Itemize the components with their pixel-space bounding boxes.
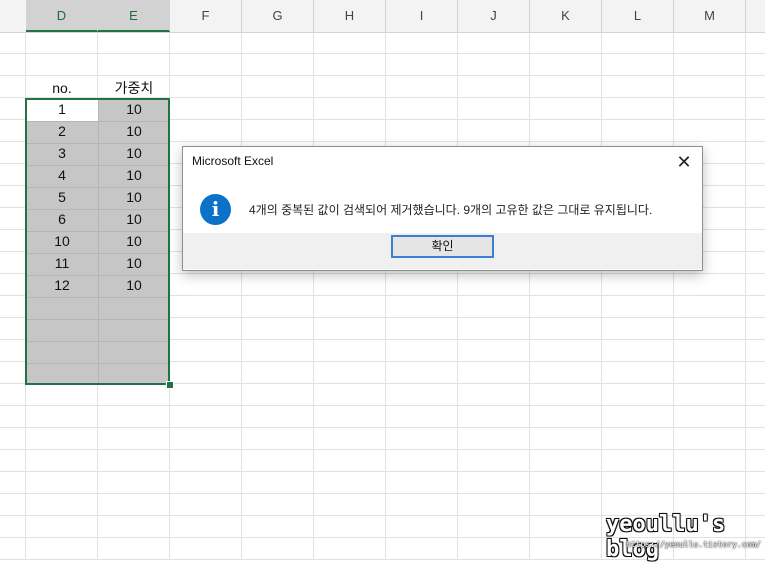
- row-header-stub: [0, 0, 27, 32]
- cell-D-row4[interactable]: 4: [26, 164, 98, 186]
- cell-D-row6[interactable]: 6: [26, 208, 98, 230]
- column-header-J[interactable]: J: [458, 0, 530, 32]
- column-header-E[interactable]: E: [98, 0, 170, 32]
- column-header-H[interactable]: H: [314, 0, 386, 32]
- column-header-K[interactable]: K: [530, 0, 602, 32]
- cell-E-row7[interactable]: 10: [98, 230, 170, 252]
- dialog-title-bar[interactable]: Microsoft Excel ✕: [183, 147, 702, 177]
- cell-E-row3[interactable]: 10: [98, 142, 170, 164]
- dialog-title: Microsoft Excel: [192, 154, 274, 168]
- header-cell-weight[interactable]: 가중치: [98, 77, 170, 99]
- cell-E-row2[interactable]: 10: [98, 120, 170, 142]
- cell-E-row6[interactable]: 10: [98, 208, 170, 230]
- watermark-title: yeoullu's blog: [606, 512, 726, 562]
- column-header-D[interactable]: D: [26, 0, 98, 32]
- cell-E-row1[interactable]: 10: [98, 98, 170, 120]
- header-cell-no[interactable]: no.: [26, 77, 98, 99]
- cell-E-row8[interactable]: 10: [98, 252, 170, 274]
- cell-E-row4[interactable]: 10: [98, 164, 170, 186]
- cell-D-row1[interactable]: 1: [26, 98, 98, 120]
- column-header-I[interactable]: I: [386, 0, 458, 32]
- column-header-bar: D E F G H I J K L M: [0, 0, 765, 33]
- column-header-F[interactable]: F: [170, 0, 242, 32]
- fill-handle[interactable]: [166, 381, 174, 389]
- cell-E-row9[interactable]: 10: [98, 274, 170, 296]
- cell-D-row2[interactable]: 2: [26, 120, 98, 142]
- range-row-divider: [27, 341, 168, 342]
- cell-D-row5[interactable]: 5: [26, 186, 98, 208]
- cell-D-row3[interactable]: 3: [26, 142, 98, 164]
- column-header-G[interactable]: G: [242, 0, 314, 32]
- column-header-M[interactable]: M: [674, 0, 746, 32]
- close-icon[interactable]: ✕: [674, 152, 694, 172]
- range-row-divider: [27, 363, 168, 364]
- range-row-divider: [27, 297, 168, 298]
- cell-D-row9[interactable]: 12: [26, 274, 98, 296]
- ok-button[interactable]: 확인: [391, 235, 494, 258]
- range-row-divider: [27, 319, 168, 320]
- dialog-message: 4개의 중복된 값이 검색되어 제거했습니다. 9개의 고유한 값은 그대로 유…: [249, 203, 653, 217]
- column-header-L[interactable]: L: [602, 0, 674, 32]
- cell-D-row7[interactable]: 10: [26, 230, 98, 252]
- message-dialog[interactable]: Microsoft Excel ✕ i 4개의 중복된 값이 검색되어 제거했습…: [182, 146, 703, 271]
- info-icon: i: [200, 194, 231, 225]
- cell-E-row5[interactable]: 10: [98, 186, 170, 208]
- watermark-url: https://yeoullu.tistory.com/: [626, 540, 761, 549]
- dialog-footer: 확인: [183, 233, 702, 269]
- cell-D-row8[interactable]: 11: [26, 252, 98, 274]
